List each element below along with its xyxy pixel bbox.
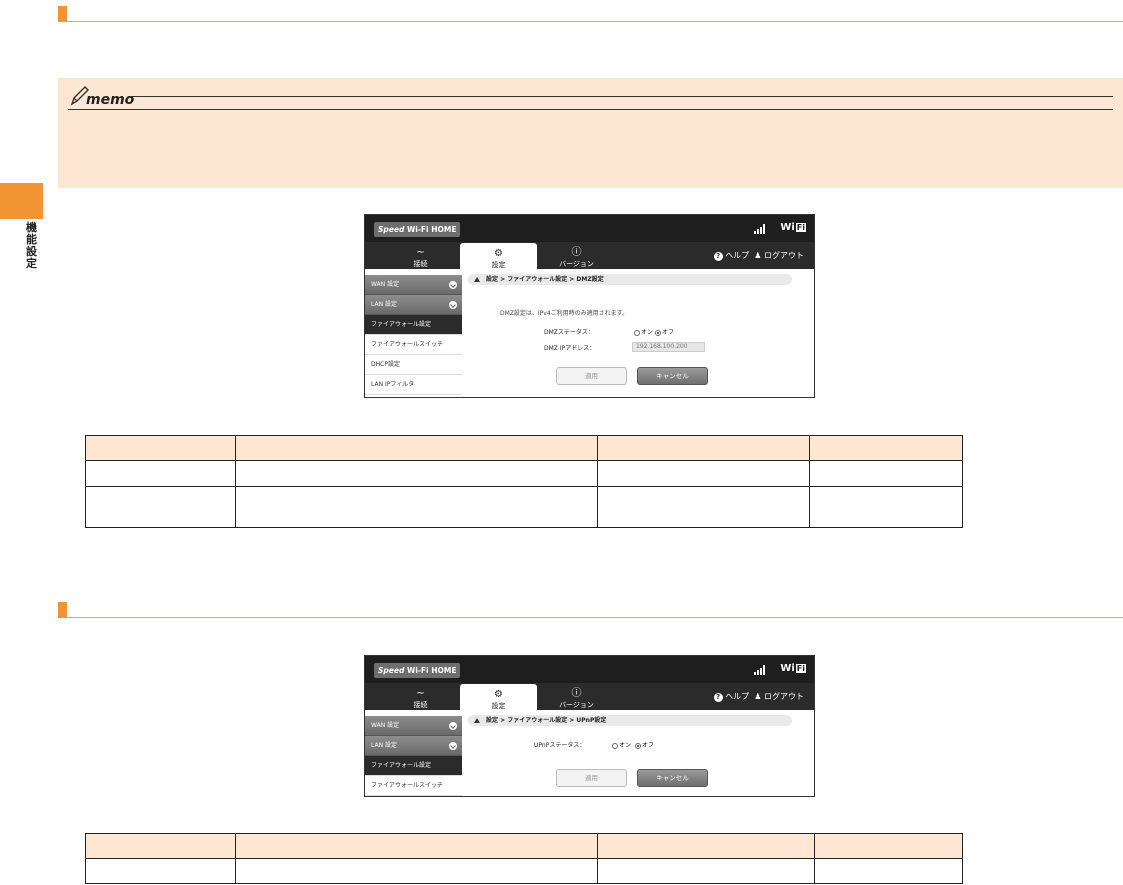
router-screen-upnp: Speed Wi-Fi HOME Wi Fi ∼ 接続 ⚙ 設定 ⓘ バージョン … xyxy=(364,655,815,797)
memo-rule xyxy=(68,109,1113,110)
help-logout-bar: ? ヘルプ ♟ ログアウト xyxy=(713,691,804,702)
router-nav: ∼ 接続 ⚙ 設定 ⓘ バージョン ? ヘルプ ♟ ログアウト xyxy=(365,683,814,710)
gear-icon: ⚙ xyxy=(494,689,503,700)
tab-connection[interactable]: ∼ 接続 xyxy=(382,242,459,269)
radio-on[interactable] xyxy=(612,742,618,749)
dmz-note: DMZ設定は、IPv4ご利用時のみ適用されます。 xyxy=(500,310,629,317)
table-2 xyxy=(85,833,963,884)
tab-connection[interactable]: ∼ 接続 xyxy=(382,683,459,710)
help-icon: ? xyxy=(713,252,723,261)
logout-link[interactable]: ログアウト xyxy=(764,692,804,701)
router-main: 設定 > ファイアウォール設定 > UPnP設定 UPnPステータス： オン オ… xyxy=(462,710,814,796)
help-icon: ? xyxy=(713,693,723,702)
router-main: 設定 > ファイアウォール設定 > DMZ設定 DMZ設定は、IPv4ご利用時の… xyxy=(462,269,814,397)
help-link[interactable]: ヘルプ xyxy=(725,692,749,701)
wifi-icon: ∼ xyxy=(416,247,425,258)
router-logo: Speed Wi-Fi HOME xyxy=(374,222,461,237)
section-marker xyxy=(58,6,67,22)
help-link[interactable]: ヘルプ xyxy=(725,251,749,260)
router-sidebar: WAN 設定 LAN 設定 ファイアウォール設定 ファイアウォールスイッチ DH… xyxy=(365,269,462,395)
chevron-down-icon xyxy=(449,722,457,730)
section-header-2 xyxy=(58,602,1123,618)
signal-icon xyxy=(754,224,766,234)
chevron-down-icon xyxy=(449,742,457,750)
dmz-status-label: DMZステータス： xyxy=(544,329,594,336)
user-icon: ♟ xyxy=(754,692,762,701)
router-topbar: Speed Wi-Fi HOME Wi Fi xyxy=(365,215,814,242)
breadcrumb: 設定 > ファイアウォール設定 > UPnP設定 xyxy=(468,715,792,726)
side-label: 機能設定 xyxy=(26,221,37,270)
router-sidebar: WAN 設定 LAN 設定 ファイアウォール設定 ファイアウォールスイッチ xyxy=(365,710,462,796)
radio-off[interactable] xyxy=(654,329,661,336)
memo-label: memo xyxy=(86,92,135,108)
sidebar-item-wan[interactable]: WAN 設定 xyxy=(365,716,462,736)
cancel-button[interactable]: キャンセル xyxy=(637,769,708,787)
sidebar-item-firewall-switch[interactable]: ファイアウォールスイッチ xyxy=(365,776,462,796)
dmz-status-radio-group: オン オフ xyxy=(634,327,674,336)
tab-version[interactable]: ⓘ バージョン xyxy=(538,242,615,269)
logout-link[interactable]: ログアウト xyxy=(764,251,804,260)
section-rule xyxy=(67,617,1123,618)
wifi-logo: Wi Fi xyxy=(780,663,806,674)
table-row xyxy=(85,460,963,487)
section-header-1 xyxy=(58,6,1123,22)
wifi-icon: ∼ xyxy=(416,688,425,699)
table-row xyxy=(85,833,963,859)
tab-settings[interactable]: ⚙ 設定 xyxy=(460,243,537,269)
help-logout-bar: ? ヘルプ ♟ ログアウト xyxy=(713,250,804,261)
section-rule xyxy=(67,21,1123,22)
dmz-ip-input[interactable]: 192.168.100.200 xyxy=(632,342,705,352)
user-icon: ♟ xyxy=(754,251,762,260)
table-1 xyxy=(85,435,963,528)
tab-settings[interactable]: ⚙ 設定 xyxy=(460,684,537,710)
sidebar-item-lan[interactable]: LAN 設定 xyxy=(365,295,462,315)
sidebar-item-wan[interactable]: WAN 設定 xyxy=(365,275,462,295)
dmz-ip-label: DMZ IPアドレス： xyxy=(544,345,596,352)
cancel-button[interactable]: キャンセル xyxy=(637,367,708,385)
info-icon: ⓘ xyxy=(571,247,582,258)
table-row xyxy=(85,435,963,461)
radio-on[interactable] xyxy=(634,329,640,336)
table-row xyxy=(85,486,963,528)
breadcrumb: 設定 > ファイアウォール設定 > DMZ設定 xyxy=(468,274,792,285)
sidebar-item-firewall[interactable]: ファイアウォール設定 xyxy=(365,756,462,776)
router-logo: Speed Wi-Fi HOME xyxy=(374,663,461,678)
upnp-status-label: UPnPステータス： xyxy=(534,742,586,749)
side-tab xyxy=(0,183,43,219)
section-marker xyxy=(58,602,67,618)
sidebar-item-firewall[interactable]: ファイアウォール設定 xyxy=(365,315,462,335)
router-body: WAN 設定 LAN 設定 ファイアウォール設定 ファイアウォールスイッチ DH… xyxy=(365,269,814,397)
table-row xyxy=(85,858,963,884)
signal-icon xyxy=(754,665,766,675)
upnp-status-radio-group: オン オフ xyxy=(612,740,654,749)
router-body: WAN 設定 LAN 設定 ファイアウォール設定 ファイアウォールスイッチ 設定… xyxy=(365,710,814,796)
sidebar-item-lan[interactable]: LAN 設定 xyxy=(365,736,462,756)
router-screen-dmz: Speed Wi-Fi HOME Wi Fi ∼ 接続 ⚙ 設定 ⓘ バージョン … xyxy=(364,214,815,398)
apply-button[interactable]: 適用 xyxy=(556,367,627,385)
tab-version[interactable]: ⓘ バージョン xyxy=(538,683,615,710)
sidebar-item-lan-ip-filter[interactable]: LAN IPフィルタ xyxy=(365,375,462,395)
info-icon: ⓘ xyxy=(571,688,582,699)
memo-box: memo xyxy=(58,78,1123,188)
router-topbar: Speed Wi-Fi HOME Wi Fi xyxy=(365,656,814,683)
apply-button[interactable]: 適用 xyxy=(556,769,627,787)
memo-rule xyxy=(128,96,1113,97)
radio-off[interactable] xyxy=(634,742,641,749)
chevron-down-icon xyxy=(449,301,457,309)
chevron-down-icon xyxy=(449,281,457,289)
sidebar-item-firewall-switch[interactable]: ファイアウォールスイッチ xyxy=(365,335,462,355)
gear-icon: ⚙ xyxy=(494,248,503,259)
wifi-logo: Wi Fi xyxy=(780,222,806,233)
router-nav: ∼ 接続 ⚙ 設定 ⓘ バージョン ? ヘルプ ♟ ログアウト xyxy=(365,242,814,269)
sidebar-item-dhcp[interactable]: DHCP設定 xyxy=(365,355,462,375)
